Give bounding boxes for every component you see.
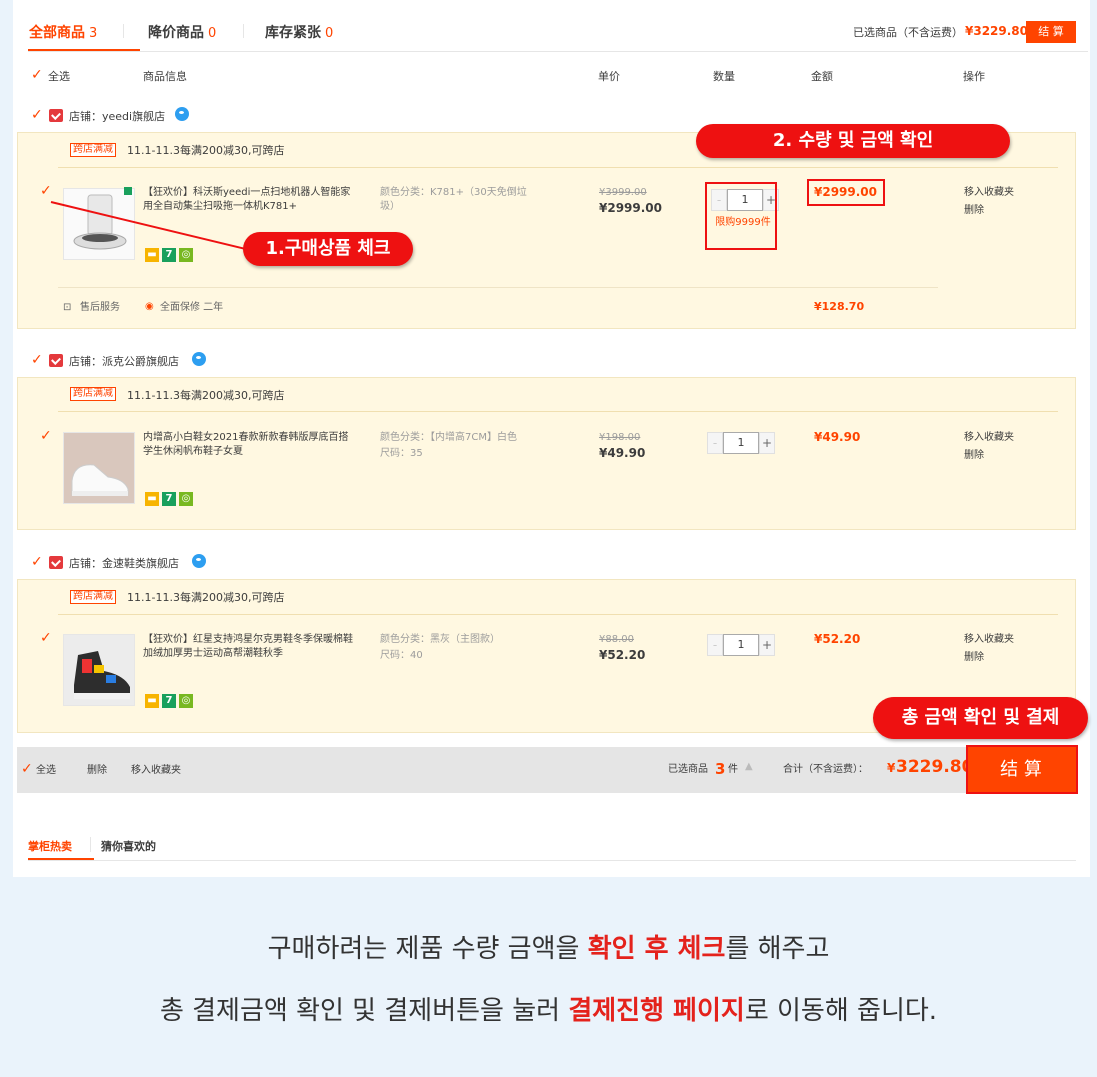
callout-quantity-amount: 2. 수량 및 금액 확인 bbox=[696, 124, 1010, 158]
caption-line-1-post: 를 해주고 bbox=[725, 934, 830, 964]
caption-line-2: 총 결제금액 확인 및 결제버튼을 눌러 결제진행 페이지로 이동해 줍니다. bbox=[0, 990, 1097, 1027]
callout-total-checkout: 총 금액 확인 및 결제 bbox=[873, 697, 1088, 739]
callout-check-item: 1.구매상품 체크 bbox=[243, 232, 413, 266]
caption-line-1-pre: 구매하려는 제품 수량 금액을 bbox=[267, 934, 588, 964]
caption-line-1-emphasis: 확인 후 체크 bbox=[587, 934, 726, 964]
caption-line-1: 구매하려는 제품 수량 금액을 확인 후 체크를 해주고 bbox=[0, 928, 1097, 965]
caption-line-2-post: 로 이동해 줍니다. bbox=[744, 996, 938, 1026]
caption-line-2-pre: 총 결제금액 확인 및 결제버튼을 눌러 bbox=[159, 996, 569, 1026]
caption-line-2-emphasis: 결제진행 페이지 bbox=[568, 996, 745, 1026]
cart-panel: 全部商品 3 降价商品 0 库存紧张 0 已选商品（不含运费） ¥3229.80 结 … bbox=[13, 0, 1090, 877]
